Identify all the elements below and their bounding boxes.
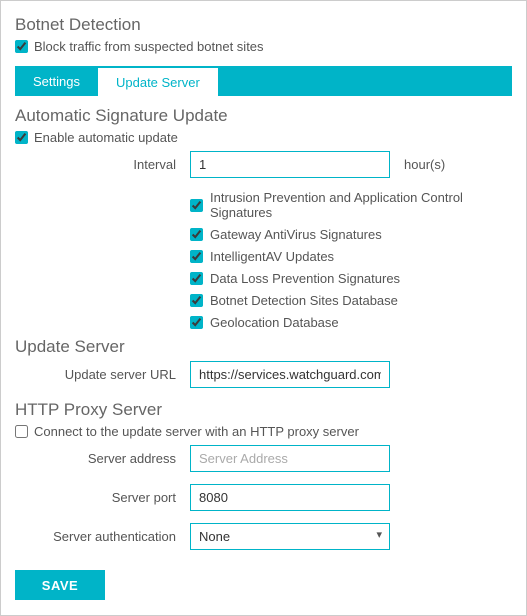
botnet-title: Botnet Detection [15, 15, 512, 35]
tab-settings[interactable]: Settings [15, 66, 98, 96]
sig-label: Geolocation Database [210, 315, 339, 330]
update-url-label: Update server URL [15, 367, 190, 382]
sig-label: Intrusion Prevention and Application Con… [210, 190, 512, 220]
proxy-connect-label: Connect to the update server with an HTT… [34, 424, 359, 439]
proxy-auth-dropdown[interactable]: None [190, 523, 390, 550]
sig-gav-checkbox[interactable] [190, 228, 203, 241]
interval-label: Interval [15, 157, 190, 172]
sig-botnet-checkbox[interactable] [190, 294, 203, 307]
botnet-block-label: Block traffic from suspected botnet site… [34, 39, 264, 54]
proxy-auth-label: Server authentication [15, 529, 190, 544]
proxy-auth-select[interactable]: None [190, 523, 390, 550]
auto-sig-title: Automatic Signature Update [15, 106, 512, 126]
sig-dlp-checkbox[interactable] [190, 272, 203, 285]
proxy-port-label: Server port [15, 490, 190, 505]
update-url-input[interactable] [190, 361, 390, 388]
tab-bar: Settings Update Server [15, 66, 512, 96]
interval-unit: hour(s) [404, 157, 445, 172]
proxy-address-input[interactable] [190, 445, 390, 472]
proxy-port-input[interactable] [190, 484, 390, 511]
botnet-block-checkbox[interactable] [15, 40, 28, 53]
sig-label: IntelligentAV Updates [210, 249, 334, 264]
update-server-title: Update Server [15, 337, 512, 357]
save-button[interactable]: SAVE [15, 570, 105, 600]
sig-iav-checkbox[interactable] [190, 250, 203, 263]
signature-list: Intrusion Prevention and Application Con… [190, 190, 512, 330]
enable-auto-update-label: Enable automatic update [34, 130, 178, 145]
sig-label: Botnet Detection Sites Database [210, 293, 398, 308]
sig-label: Gateway AntiVirus Signatures [210, 227, 382, 242]
sig-label: Data Loss Prevention Signatures [210, 271, 400, 286]
proxy-connect-checkbox[interactable] [15, 425, 28, 438]
sig-geo-checkbox[interactable] [190, 316, 203, 329]
enable-auto-update-checkbox[interactable] [15, 131, 28, 144]
interval-input[interactable] [190, 151, 390, 178]
sig-ips-checkbox[interactable] [190, 199, 203, 212]
tab-update-server[interactable]: Update Server [98, 66, 218, 96]
proxy-address-label: Server address [15, 451, 190, 466]
proxy-title: HTTP Proxy Server [15, 400, 512, 420]
